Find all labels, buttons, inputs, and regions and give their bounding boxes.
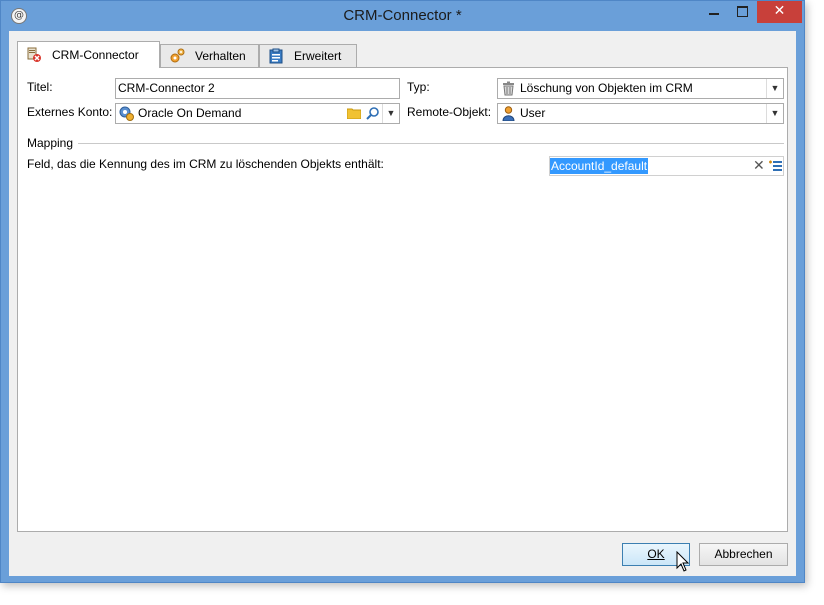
mapping-field-label: Feld, das die Kennung des im CRM zu lösc… [27, 157, 384, 171]
dialog-window: @ CRM-Connector * ✕ CRM-Connector Verhal… [0, 0, 805, 583]
window-title: CRM-Connector * [343, 7, 462, 24]
ok-button-label: OK [647, 547, 665, 561]
tab-label: Verhalten [195, 49, 246, 63]
remote-object-label: Remote-Objekt: [407, 105, 492, 119]
trash-icon [501, 81, 516, 96]
crm-connector-icon [26, 47, 42, 63]
mouse-cursor-icon [676, 551, 690, 572]
mapping-section-title: Mapping [27, 136, 74, 150]
tab-erweitert[interactable]: Erweitert [259, 44, 357, 67]
title-input[interactable]: CRM-Connector 2 [115, 78, 400, 99]
account-value: Oracle On Demand [138, 106, 242, 120]
type-select[interactable]: Löschung von Objekten im CRM ▼ [497, 78, 784, 99]
minimize-icon [709, 13, 719, 15]
maximize-button[interactable] [728, 1, 756, 23]
maximize-icon [736, 6, 748, 17]
tab-verhalten[interactable]: Verhalten [160, 44, 259, 67]
search-icon[interactable] [363, 104, 382, 123]
clear-icon[interactable]: ✕ [753, 158, 765, 174]
expression-editor-icon[interactable] [769, 160, 782, 175]
type-label: Typ: [407, 80, 430, 94]
section-divider [78, 143, 784, 144]
chevron-down-icon[interactable]: ▼ [766, 79, 783, 98]
close-button[interactable]: ✕ [757, 1, 802, 23]
tab-label: Erweitert [294, 49, 342, 63]
dialog-client-area: CRM-Connector Verhalten Erweitert Titel:… [9, 31, 796, 576]
external-account-icon [119, 106, 134, 121]
mapping-field-input[interactable]: AccountId_default ✕ [549, 156, 784, 176]
tab-crm-connector[interactable]: CRM-Connector [17, 41, 160, 68]
account-field[interactable]: Oracle On Demand ▼ [115, 103, 400, 124]
cancel-button[interactable]: Abbrechen [699, 543, 788, 566]
chevron-down-icon[interactable]: ▼ [766, 104, 783, 123]
tab-label: CRM-Connector [52, 48, 139, 62]
account-label: Externes Konto: [27, 105, 113, 119]
type-value: Löschung von Objekten im CRM [520, 81, 693, 95]
title-label: Titel: [27, 80, 53, 94]
remote-object-select[interactable]: User ▼ [497, 103, 784, 124]
gears-icon [169, 48, 185, 64]
minimize-button[interactable] [700, 1, 728, 23]
remote-object-value: User [520, 106, 546, 120]
clipboard-icon [268, 48, 284, 64]
mapping-field-value: AccountId_default [550, 158, 649, 174]
tab-panel-crm-connector: Titel: CRM-Connector 2 Typ: Löschung von… [17, 67, 788, 532]
user-icon [501, 106, 516, 122]
title-bar[interactable]: @ CRM-Connector * ✕ [1, 1, 804, 31]
folder-icon[interactable] [344, 104, 363, 123]
chevron-down-icon[interactable]: ▼ [382, 104, 399, 123]
